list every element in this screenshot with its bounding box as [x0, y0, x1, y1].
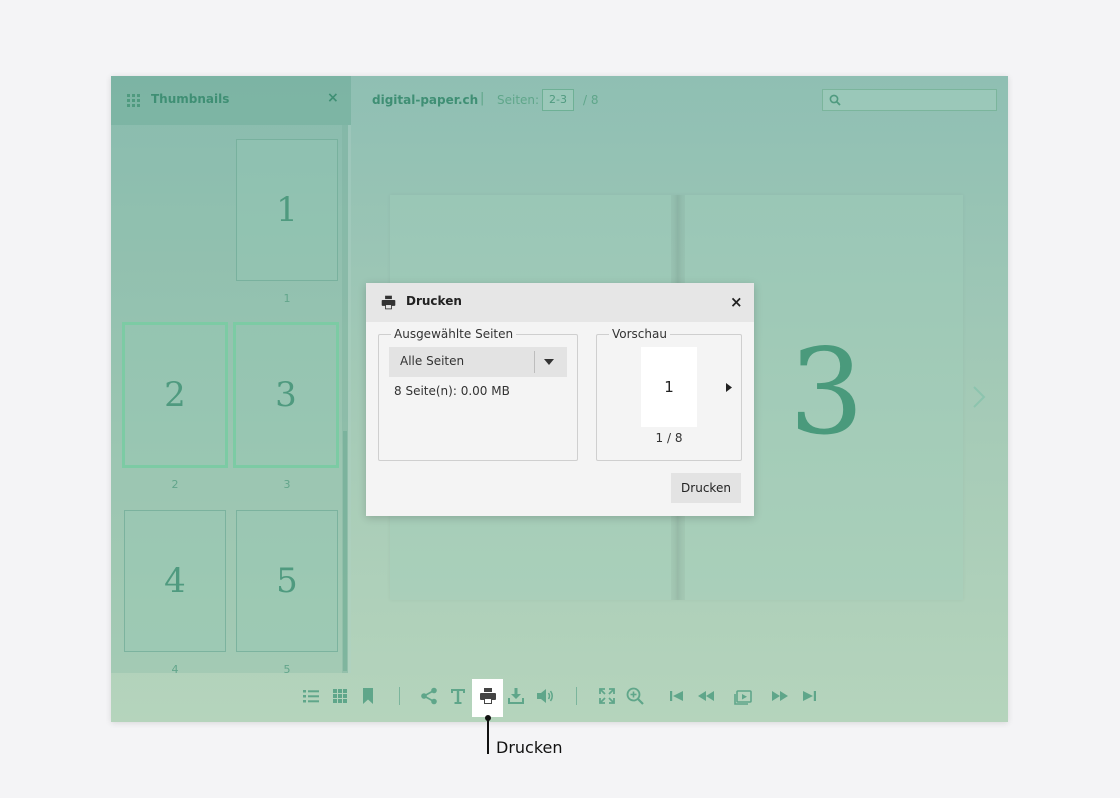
zoom-in-icon[interactable]: [625, 686, 645, 706]
page-number-input[interactable]: 2-3: [542, 89, 574, 111]
pages-label: Seiten:: [497, 93, 540, 107]
thumbnail-page-5[interactable]: 5: [236, 510, 338, 652]
preview-page-number: 1: [664, 378, 674, 396]
page-size-info: 8 Seite(n): 0.00 MB: [394, 384, 510, 398]
first-page-icon[interactable]: [667, 686, 687, 706]
thumbnail-page-3[interactable]: 3: [233, 322, 339, 468]
preview-group: Vorschau 1 1 / 8: [596, 327, 742, 461]
site-name-link[interactable]: digital-paper.ch: [372, 93, 478, 107]
thumbnail-label: 4: [171, 663, 179, 676]
next-page-arrow-icon[interactable]: [970, 382, 988, 412]
dialog-title: Drucken: [406, 294, 462, 308]
share-icon[interactable]: [419, 686, 439, 706]
sidebar-header: Thumbnails ×: [111, 76, 351, 125]
thumbnail-number: 5: [276, 561, 298, 601]
bookmark-icon[interactable]: [358, 686, 378, 706]
header-separator: |: [480, 91, 485, 106]
speaker-icon[interactable]: [535, 686, 555, 706]
thumbnail-label: 3: [283, 478, 291, 491]
thumbnail-page-1[interactable]: 1: [236, 139, 338, 281]
selected-pages-legend: Ausgewählte Seiten: [391, 327, 517, 341]
print-dialog: Drucken × Ausgewählte Seiten Alle Seiten…: [366, 283, 754, 516]
toolbar-separator: [399, 687, 400, 705]
preview-page: 1: [641, 347, 697, 427]
previous-page-icon[interactable]: [696, 686, 716, 706]
thumbnail-label: 2: [171, 478, 179, 491]
dialog-header: Drucken ×: [366, 283, 754, 322]
sidebar-divider: [348, 125, 351, 673]
thumbnail-label: 5: [283, 663, 291, 676]
toolbar-separator: [576, 687, 577, 705]
page-range-select[interactable]: Alle Seiten: [389, 347, 567, 377]
callout-label: Drucken: [496, 738, 563, 757]
thumbnail-label: 1: [283, 292, 291, 305]
slideshow-icon[interactable]: [733, 686, 753, 706]
select-divider: [534, 351, 535, 373]
thumbnail-number: 3: [275, 375, 297, 415]
search-input[interactable]: [822, 89, 997, 111]
page-range-value: Alle Seiten: [400, 354, 465, 368]
text-icon[interactable]: [448, 686, 468, 706]
print-button[interactable]: Drucken: [671, 473, 741, 503]
list-icon[interactable]: [301, 686, 321, 706]
page-number-display: 3: [789, 323, 865, 461]
grid-icon[interactable]: [330, 686, 350, 706]
thumbnail-page-4[interactable]: 4: [124, 510, 226, 652]
next-page-icon[interactable]: [770, 686, 790, 706]
search-icon: [829, 94, 841, 106]
download-icon[interactable]: [506, 686, 526, 706]
print-icon[interactable]: [478, 686, 498, 706]
thumbnail-sidebar: Thumbnails × 1 1 2 2 3 3 4 4 5 5: [111, 76, 351, 676]
thumbnail-number: 1: [276, 190, 298, 230]
chevron-down-icon: [544, 359, 554, 365]
sidebar-close-button[interactable]: ×: [327, 90, 339, 106]
print-icon: [381, 295, 396, 310]
preview-legend: Vorschau: [609, 327, 670, 341]
callout-line: [487, 717, 489, 754]
thumbnail-number: 2: [164, 375, 186, 415]
last-page-icon[interactable]: [799, 686, 819, 706]
fullscreen-icon[interactable]: [597, 686, 617, 706]
sidebar-scroll-thumb[interactable]: [343, 431, 347, 671]
preview-page-count: 1 / 8: [655, 431, 683, 445]
page-total: / 8: [583, 93, 599, 107]
thumbnail-page-2[interactable]: 2: [122, 322, 228, 468]
preview-next-icon[interactable]: [726, 383, 732, 392]
thumbnail-number: 4: [164, 561, 186, 601]
grid-icon: [127, 94, 140, 107]
sidebar-title: Thumbnails: [151, 92, 230, 106]
dialog-close-button[interactable]: ×: [730, 293, 743, 311]
selected-pages-group: Ausgewählte Seiten Alle Seiten 8 Seite(n…: [378, 327, 578, 461]
